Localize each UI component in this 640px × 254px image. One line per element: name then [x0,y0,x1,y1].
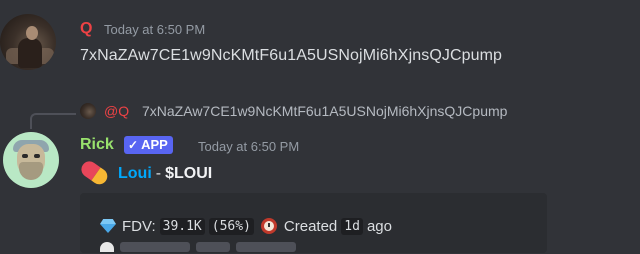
fdv-value: 39.1K [159,217,205,235]
created-suffix: ago [366,217,392,235]
token-embed: FDV: 39.1K (56%) Created 1d ago [80,193,547,253]
app-badge: ✓ APP [124,136,173,154]
author-name[interactable]: Q [80,20,92,38]
fdv-label: FDV: [122,217,156,235]
embed-next-row [100,240,296,254]
bot-avatar[interactable] [3,132,59,188]
partial-text [120,242,190,252]
fdv-change: (56%) [208,217,254,235]
token-name-link[interactable]: Loui [118,165,152,183]
token-ticker: $LOUI [165,165,213,182]
alarm-clock-icon [260,218,277,234]
app-badge-label: APP [141,137,168,152]
reply-mention[interactable]: @Q [104,103,129,119]
reply-preview-text[interactable]: 7xNaZAw7CE1w9NcKMtF6u1A5USNojMi6hXjnsQJC… [142,103,507,119]
bot-message-timestamp: Today at 6:50 PM [198,139,300,154]
separator: - [155,165,162,182]
token-header: Loui - $LOUI [78,158,213,188]
pill-icon [78,158,113,189]
message-content: 7xNaZAw7CE1w9NcKMtF6u1A5USNojMi6hXjnsQJC… [80,47,503,64]
bot-author-name[interactable]: Rick [80,136,114,154]
fdv-row: FDV: 39.1K (56%) Created 1d ago [100,215,392,237]
created-value: 1d [341,217,363,235]
created-label: Created [283,217,338,235]
avatar[interactable] [0,14,56,70]
message-timestamp: Today at 6:50 PM [104,22,206,37]
reply-connector [30,113,76,129]
message-q: Q Today at 6:50 PM 7xNaZAw7CE1w9NcKMtF6u… [0,0,640,90]
check-icon: ✓ [128,138,139,152]
partial-text [236,242,296,252]
partial-text [196,242,230,252]
partial-icon [100,242,114,252]
gem-icon [100,219,116,233]
reply-avatar[interactable] [80,103,96,119]
